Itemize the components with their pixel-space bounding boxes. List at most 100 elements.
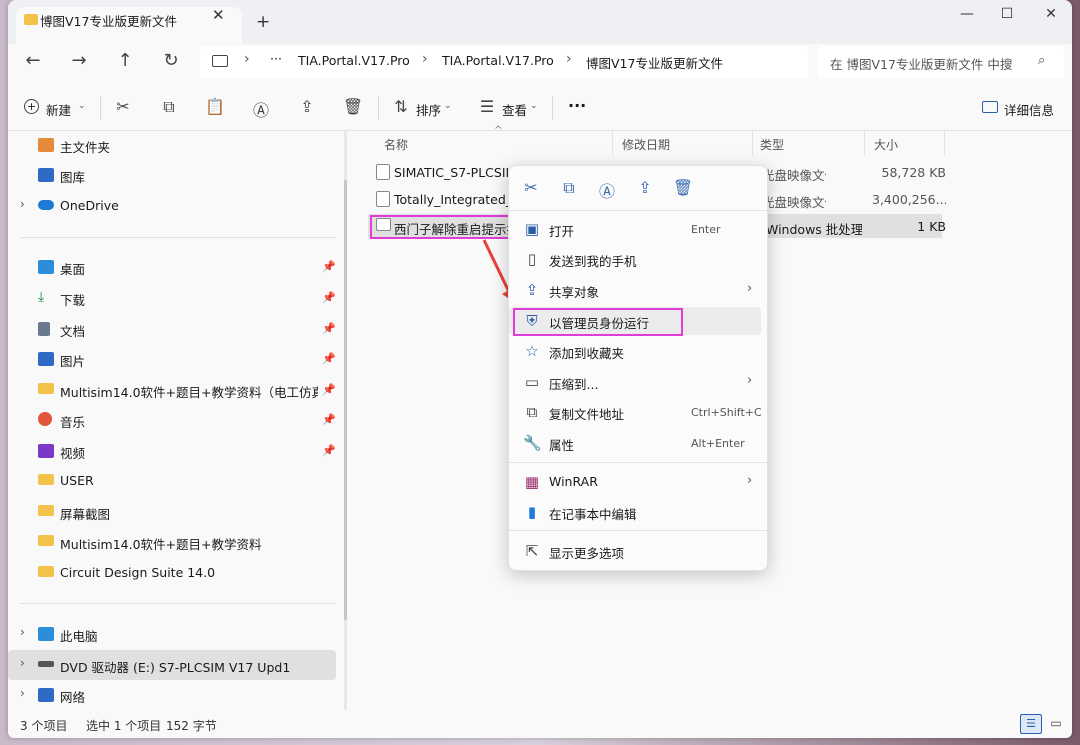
- delete-icon[interactable]: 🗑: [342, 97, 364, 116]
- pin-icon[interactable]: 📌: [322, 260, 336, 273]
- breadcrumb-more[interactable]: ···: [270, 51, 282, 66]
- sidebar-item-this-pc[interactable]: › 此电脑: [8, 619, 336, 649]
- maximize-button[interactable]: ☐: [992, 6, 1022, 22]
- details-view-icon[interactable]: ☰: [1020, 714, 1042, 734]
- close-button[interactable]: ✕: [1036, 6, 1066, 22]
- menu-item-share[interactable]: ⇪ 共享对象 ›: [509, 276, 767, 304]
- chevron-right-icon[interactable]: ›: [20, 656, 25, 670]
- forward-button[interactable]: →: [66, 50, 92, 71]
- view-button[interactable]: 查看: [502, 100, 527, 119]
- pin-icon[interactable]: 📌: [322, 383, 336, 396]
- sidebar-item-desktop[interactable]: 桌面 📌: [8, 252, 336, 282]
- rename-icon[interactable]: Ⓐ: [250, 97, 272, 121]
- sidebar-item-label: 视频: [60, 446, 86, 461]
- pin-icon[interactable]: 📌: [322, 352, 336, 365]
- copy-icon[interactable]: ⧉: [557, 178, 581, 198]
- sidebar-item-music[interactable]: 音乐 📌: [8, 405, 336, 435]
- column-header-size[interactable]: 大小: [874, 136, 898, 153]
- breadcrumb-item[interactable]: TIA.Portal.V17.Pro: [298, 53, 410, 68]
- sidebar-scrollbar-thumb[interactable]: [344, 180, 347, 620]
- sidebar-item-onedrive[interactable]: › OneDrive: [8, 191, 336, 221]
- sidebar-item-label: 此电脑: [60, 629, 98, 644]
- menu-item-winrar[interactable]: ▦ WinRAR ›: [509, 468, 767, 496]
- chevron-right-icon[interactable]: ›: [20, 686, 25, 700]
- menu-item-show-more[interactable]: ⇱ 显示更多选项: [509, 537, 767, 565]
- menu-item-run-as-admin[interactable]: ⛨ 以管理员身份运行: [509, 307, 761, 336]
- menu-item-label: WinRAR: [549, 474, 598, 489]
- menu-item-shortcut: Alt+Enter: [691, 437, 745, 450]
- star-icon: ☆: [525, 342, 539, 360]
- sidebar-item-dvd-drive[interactable]: › DVD 驱动器 (E:) S7-PLCSIM V17 Upd1: [8, 650, 336, 680]
- sidebar-item-gallery[interactable]: 图库: [8, 160, 336, 190]
- desktop-icon: [38, 260, 54, 274]
- menu-item-send-to-phone[interactable]: ▯ 发送到我的手机: [509, 245, 767, 273]
- new-tab-button[interactable]: +: [256, 12, 270, 32]
- view-icon: ☰: [479, 97, 495, 116]
- cut-icon[interactable]: ✂: [519, 178, 543, 197]
- back-button[interactable]: ←: [20, 50, 46, 71]
- sidebar-item-screenshots[interactable]: 屏幕截图: [8, 497, 336, 527]
- menu-item-label: 打开: [549, 224, 575, 239]
- menu-item-add-favorite[interactable]: ☆ 添加到收藏夹: [509, 337, 767, 365]
- sort-icon: ⇅: [394, 97, 408, 116]
- sidebar-item-network[interactable]: › 网络: [8, 680, 336, 710]
- sort-button[interactable]: 排序: [416, 100, 441, 119]
- column-header-modified[interactable]: 修改日期: [622, 136, 670, 153]
- column-header-type[interactable]: 类型: [760, 136, 784, 153]
- phone-icon: ▯: [527, 250, 537, 268]
- divider: [509, 462, 767, 463]
- pin-icon[interactable]: 📌: [322, 291, 336, 304]
- cut-icon[interactable]: ✂: [112, 97, 134, 116]
- sidebar-item-circuit-design[interactable]: Circuit Design Suite 14.0: [8, 558, 336, 588]
- chevron-right-icon: ›: [747, 473, 753, 488]
- rename-icon[interactable]: Ⓐ: [595, 178, 619, 202]
- tab-close-button[interactable]: ✕: [212, 6, 225, 24]
- sidebar-item-multisim-homework[interactable]: Multisim14.0软件+题目+教学资料（电工仿真作业） 📌: [8, 375, 336, 405]
- breadcrumb-item[interactable]: TIA.Portal.V17.Pro: [442, 53, 554, 68]
- menu-item-open[interactable]: ▣ 打开 Enter: [509, 215, 767, 243]
- notepad-icon: ▮: [527, 503, 537, 521]
- minimize-button[interactable]: —: [952, 6, 982, 22]
- refresh-button[interactable]: ↻: [158, 50, 184, 71]
- menu-item-label: 显示更多选项: [549, 546, 625, 561]
- search-input[interactable]: 在 博图V17专业版更新文件 中搜: [830, 54, 1012, 73]
- more-options-button[interactable]: ···: [568, 96, 586, 115]
- pictures-icon: [38, 352, 54, 366]
- new-button[interactable]: 新建: [46, 100, 71, 119]
- menu-item-properties[interactable]: 🔧 属性 Alt+Enter: [509, 429, 767, 457]
- winrar-icon: ▦: [524, 473, 540, 491]
- menu-item-edit-notepad[interactable]: ▮ 在记事本中编辑: [509, 498, 767, 526]
- breadcrumb-current[interactable]: 博图V17专业版更新文件: [586, 53, 723, 72]
- menu-item-compress[interactable]: ▭ 压缩到... ›: [509, 368, 767, 396]
- sidebar-item-documents[interactable]: 文档 📌: [8, 314, 336, 344]
- sort-indicator-icon: ^: [494, 125, 503, 136]
- chevron-right-icon[interactable]: ›: [20, 625, 25, 639]
- up-button[interactable]: ↑: [112, 50, 138, 71]
- sidebar-item-downloads[interactable]: ⤓ 下载 📌: [8, 283, 336, 313]
- sidebar-item-home[interactable]: 主文件夹: [8, 130, 336, 160]
- sidebar-item-videos[interactable]: 视频 📌: [8, 436, 336, 466]
- pin-icon[interactable]: 📌: [322, 444, 336, 457]
- share-icon[interactable]: ⇪: [633, 178, 657, 197]
- details-button[interactable]: 详细信息: [1004, 100, 1054, 119]
- sidebar-item-pictures[interactable]: 图片 📌: [8, 344, 336, 374]
- tiles-view-icon[interactable]: ▭: [1046, 714, 1066, 732]
- download-icon: ⤓: [38, 289, 45, 305]
- file-name: Totally_Integrated_Au: [394, 192, 508, 207]
- pin-icon[interactable]: 📌: [322, 322, 336, 335]
- delete-icon[interactable]: 🗑: [671, 178, 695, 197]
- column-header-name[interactable]: 名称: [384, 136, 408, 153]
- dvd-icon: [38, 661, 54, 667]
- sidebar-item-multisim[interactable]: Multisim14.0软件+题目+教学资料: [8, 527, 336, 557]
- share-icon[interactable]: ⇪: [296, 97, 318, 116]
- chevron-right-icon[interactable]: ›: [20, 197, 25, 211]
- pin-icon[interactable]: 📌: [322, 413, 336, 426]
- copy-icon[interactable]: ⧉: [158, 97, 180, 117]
- folder-icon: [24, 14, 38, 25]
- file-type: 光盘映像文件: [762, 195, 826, 210]
- menu-item-copy-path[interactable]: ⧉ 复制文件地址 Ctrl+Shift+C: [509, 398, 767, 426]
- folder-icon: [38, 383, 54, 394]
- archive-icon: ▭: [524, 373, 540, 391]
- paste-icon[interactable]: 📋: [204, 97, 226, 116]
- sidebar-item-user[interactable]: USER: [8, 466, 336, 496]
